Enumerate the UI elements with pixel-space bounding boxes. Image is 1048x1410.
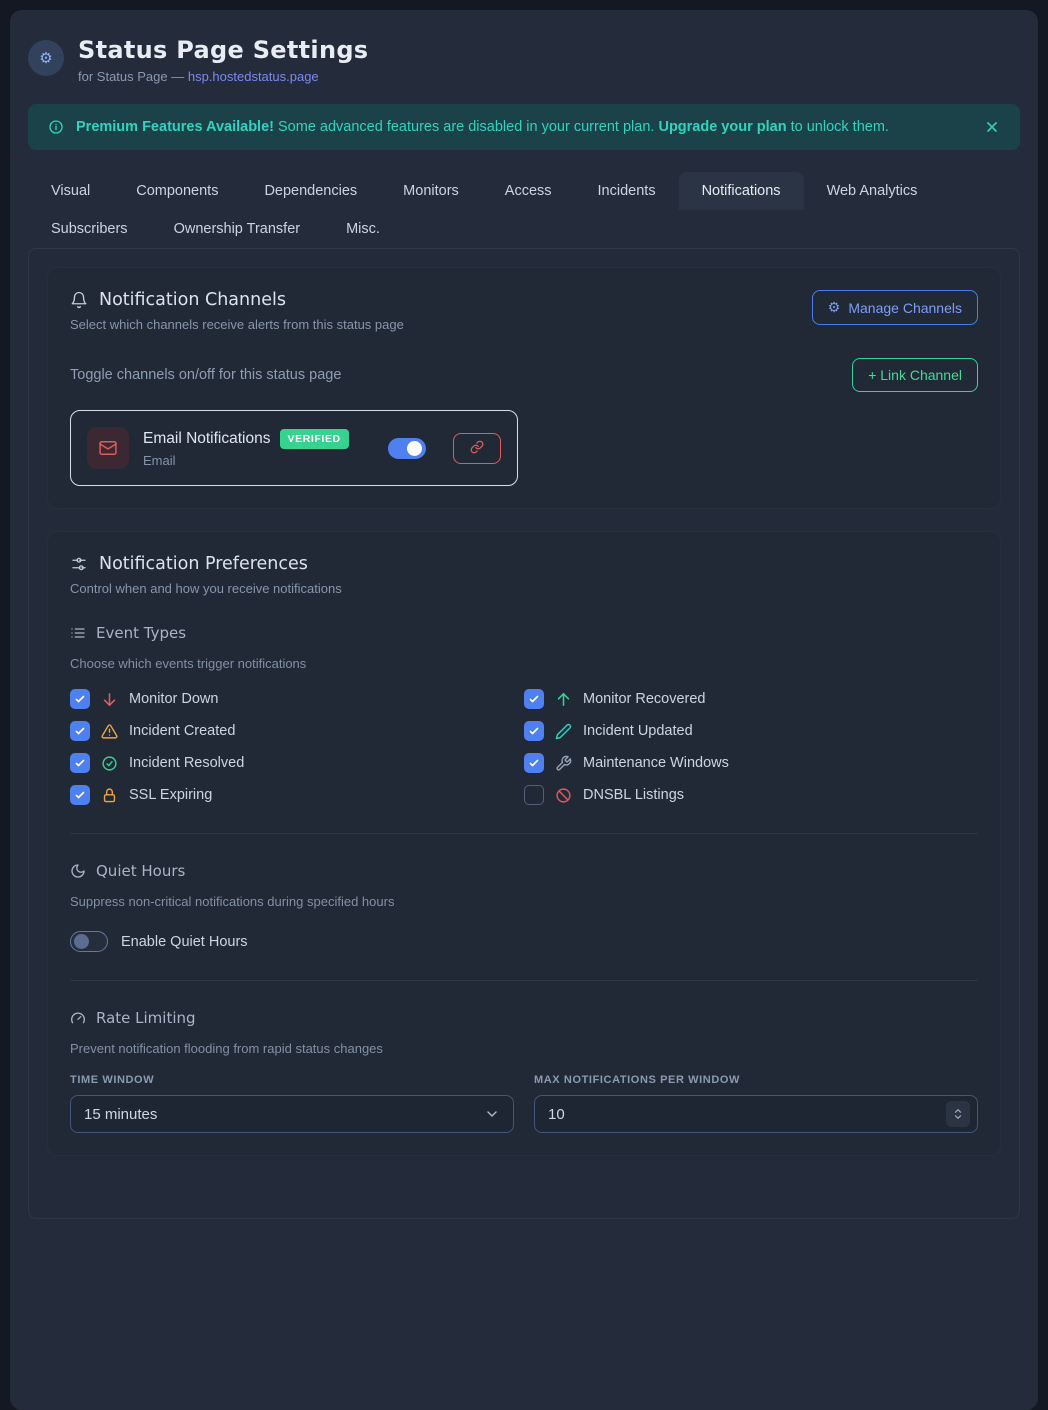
- event-ssl-expiring[interactable]: SSL Expiring: [70, 785, 524, 805]
- tab-incidents[interactable]: Incidents: [575, 172, 679, 210]
- preferences-title-row: Notification Preferences: [70, 554, 978, 574]
- checkbox[interactable]: [524, 785, 544, 805]
- tab-ownership-transfer[interactable]: Ownership Transfer: [151, 210, 324, 248]
- status-page-link[interactable]: hsp.hostedstatus.page: [188, 69, 319, 84]
- tab-misc[interactable]: Misc.: [323, 210, 403, 248]
- subtitle-text: for Status Page —: [78, 69, 188, 84]
- tab-subscribers[interactable]: Subscribers: [28, 210, 151, 248]
- bell-icon: [70, 291, 88, 309]
- tab-content-panel: Notification Channels Select which chann…: [28, 248, 1020, 1219]
- banner-message: Premium Features Available! Some advance…: [76, 119, 972, 135]
- checkbox[interactable]: [70, 753, 90, 773]
- page-subtitle: for Status Page — hsp.hostedstatus.page: [78, 69, 368, 84]
- checkbox[interactable]: [524, 689, 544, 709]
- preferences-subtitle: Control when and how you receive notific…: [70, 581, 978, 596]
- channel-type: Email: [143, 453, 374, 468]
- moon-icon: [70, 863, 86, 879]
- tab-web-analytics[interactable]: Web Analytics: [804, 172, 941, 210]
- checkbox[interactable]: [70, 721, 90, 741]
- banner-bold: Premium Features Available!: [76, 119, 274, 135]
- quiet-hours-toggle-label: Enable Quiet Hours: [121, 934, 248, 950]
- gauge-icon: [70, 1010, 86, 1026]
- quiet-hours-toggle[interactable]: [70, 931, 108, 952]
- checkbox[interactable]: [524, 721, 544, 741]
- check-circle-icon: [101, 755, 118, 772]
- number-stepper[interactable]: [946, 1101, 970, 1127]
- max-notifications-label: MAX NOTIFICATIONS PER WINDOW: [534, 1074, 978, 1086]
- manage-channels-button[interactable]: ⚙ Manage Channels: [812, 290, 978, 325]
- event-maintenance-windows[interactable]: Maintenance Windows: [524, 753, 978, 773]
- verified-badge: VERIFIED: [280, 429, 349, 449]
- pencil-icon: [555, 723, 572, 740]
- settings-window: ⚙ Status Page Settings for Status Page —…: [10, 10, 1038, 1410]
- info-icon: [48, 119, 64, 135]
- upgrade-plan-link[interactable]: Upgrade your plan: [658, 119, 786, 135]
- page-title: Status Page Settings: [78, 36, 368, 64]
- page-header: ⚙ Status Page Settings for Status Page —…: [28, 36, 1020, 84]
- tab-notifications[interactable]: Notifications: [679, 172, 804, 210]
- toggle-channels-hint: Toggle channels on/off for this status p…: [70, 367, 341, 383]
- event-incident-created[interactable]: Incident Created: [70, 721, 524, 741]
- tab-components[interactable]: Components: [113, 172, 241, 210]
- tab-dependencies[interactable]: Dependencies: [241, 172, 380, 210]
- arrow-up-icon: [555, 691, 572, 708]
- settings-tabs: Visual Components Dependencies Monitors …: [28, 172, 1020, 248]
- gear-icon: ⚙: [828, 299, 841, 316]
- quiet-hours-header: Quiet Hours: [70, 862, 978, 880]
- lock-icon: [101, 787, 118, 804]
- tab-monitors[interactable]: Monitors: [380, 172, 482, 210]
- alert-triangle-icon: [101, 723, 118, 740]
- rate-limiting-hint: Prevent notification flooding from rapid…: [70, 1041, 978, 1056]
- channels-subtitle: Select which channels receive alerts fro…: [70, 317, 404, 332]
- event-incident-updated[interactable]: Incident Updated: [524, 721, 978, 741]
- link-channel-button[interactable]: + Link Channel: [852, 358, 978, 392]
- email-channel-toggle[interactable]: [388, 438, 426, 459]
- time-window-label: TIME WINDOW: [70, 1074, 514, 1086]
- arrow-down-icon: [101, 691, 118, 708]
- event-dnsbl-listings[interactable]: DNSBL Listings: [524, 785, 978, 805]
- channel-name: Email Notifications: [143, 430, 271, 448]
- checkbox[interactable]: [524, 753, 544, 773]
- time-window-select[interactable]: 15 minutes: [70, 1095, 514, 1133]
- ban-icon: [555, 787, 572, 804]
- link-icon: [470, 440, 484, 457]
- event-types-header: Event Types: [70, 624, 978, 642]
- event-monitor-recovered[interactable]: Monitor Recovered: [524, 689, 978, 709]
- channels-title-row: Notification Channels: [70, 290, 404, 310]
- tab-access[interactable]: Access: [482, 172, 575, 210]
- checkbox[interactable]: [70, 785, 90, 805]
- divider: [70, 833, 978, 834]
- checkbox[interactable]: [70, 689, 90, 709]
- event-incident-resolved[interactable]: Incident Resolved: [70, 753, 524, 773]
- max-notifications-field: [534, 1095, 978, 1133]
- gear-icon: ⚙: [28, 40, 64, 76]
- unlink-channel-button[interactable]: [453, 433, 501, 464]
- event-monitor-down[interactable]: Monitor Down: [70, 689, 524, 709]
- email-channel-card: Email Notifications VERIFIED Email: [70, 410, 518, 486]
- quiet-hours-hint: Suppress non-critical notifications duri…: [70, 894, 978, 909]
- close-icon[interactable]: [984, 119, 1000, 135]
- event-types-grid: Monitor Down Monitor Recovered Incident …: [70, 689, 978, 805]
- notification-channels-card: Notification Channels Select which chann…: [47, 267, 1001, 509]
- tools-icon: [555, 755, 572, 772]
- preferences-title: Notification Preferences: [99, 554, 308, 574]
- divider: [70, 980, 978, 981]
- envelope-icon: [87, 427, 129, 469]
- tab-visual[interactable]: Visual: [28, 172, 113, 210]
- channels-title: Notification Channels: [99, 290, 286, 310]
- list-icon: [70, 625, 86, 641]
- premium-banner: Premium Features Available! Some advance…: [28, 104, 1020, 150]
- notification-preferences-card: Notification Preferences Control when an…: [47, 531, 1001, 1156]
- sliders-icon: [70, 555, 88, 573]
- rate-limiting-header: Rate Limiting: [70, 1009, 978, 1027]
- event-types-hint: Choose which events trigger notification…: [70, 656, 978, 671]
